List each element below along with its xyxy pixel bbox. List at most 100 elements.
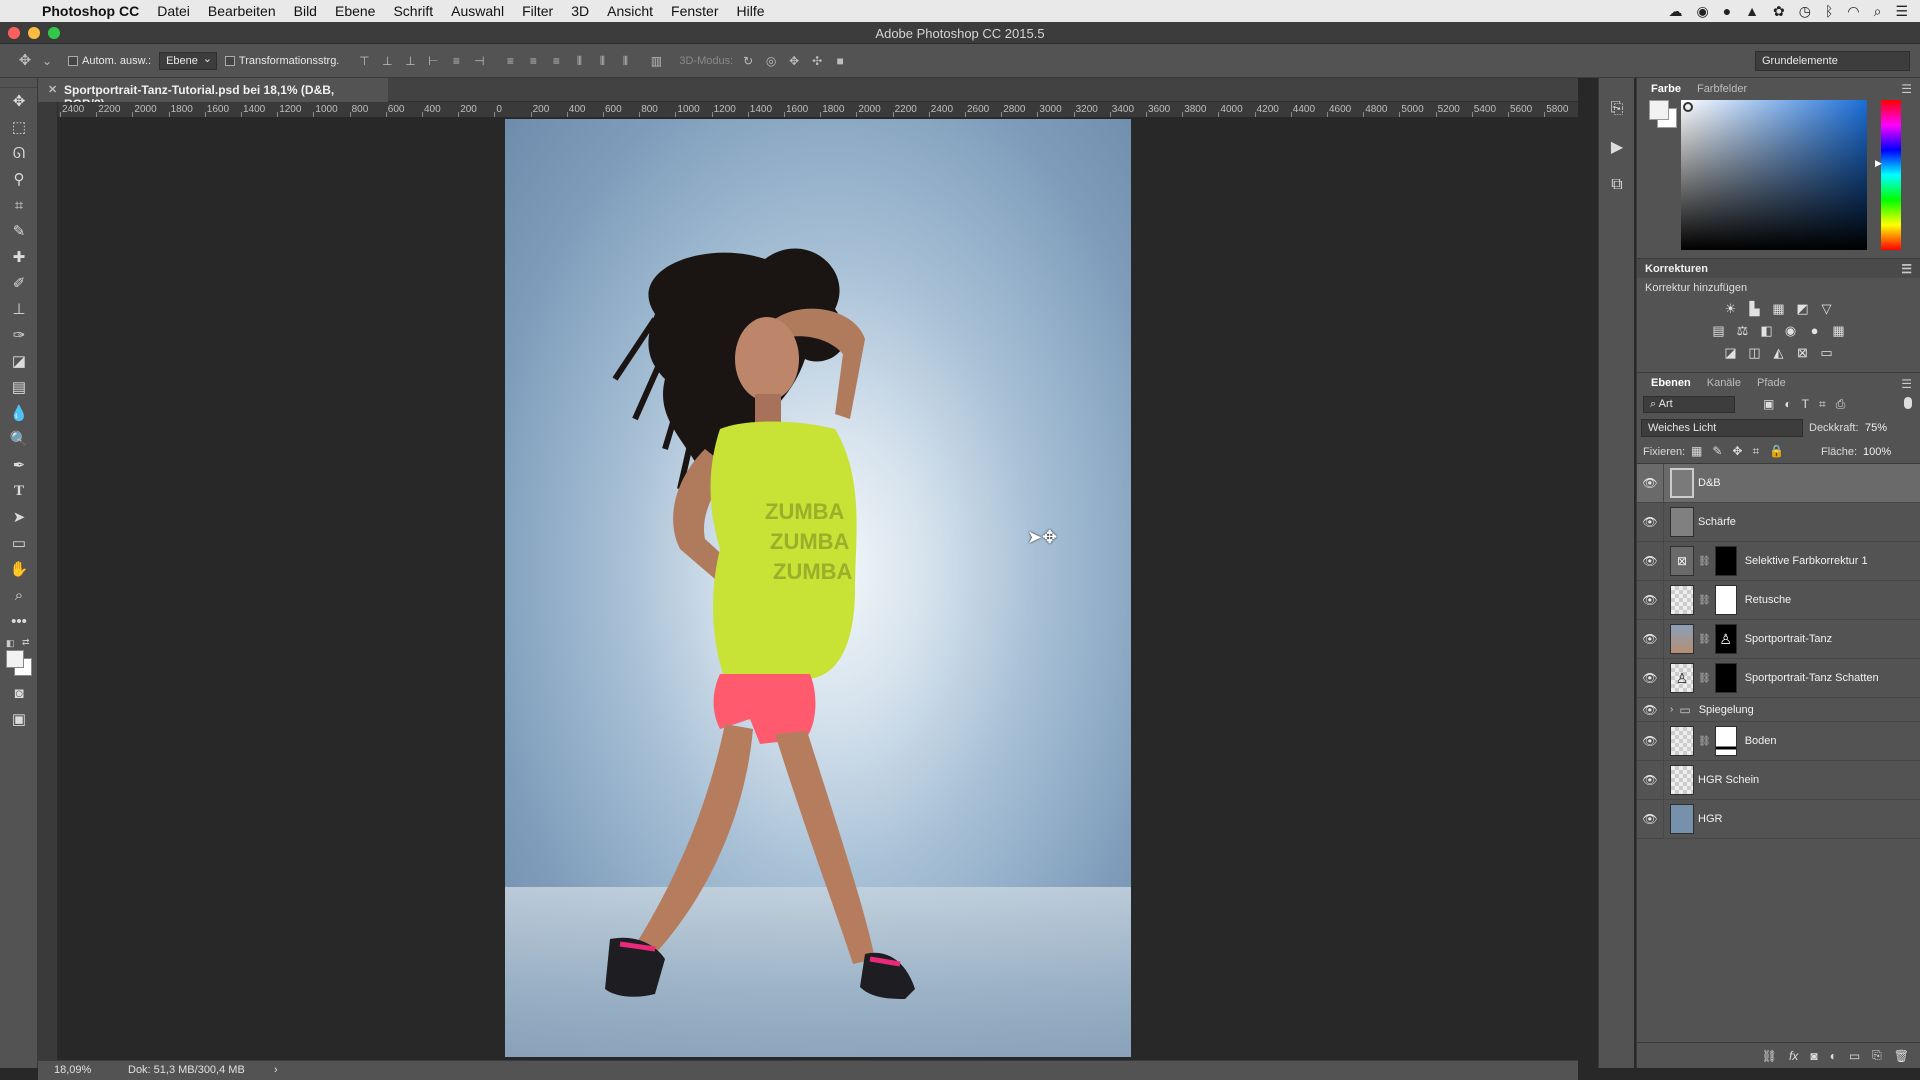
3d-roll-icon[interactable]: ◎ xyxy=(764,54,778,68)
cloud-icon[interactable]: ☁ xyxy=(1668,3,1682,20)
layer-row-hgr[interactable]: 👁 HGR xyxy=(1637,800,1920,839)
dodge-tool[interactable]: 🔍 xyxy=(0,426,38,452)
eye-icon[interactable]: 👁 xyxy=(1637,554,1663,568)
gradient-map-icon[interactable]: ▭ xyxy=(1819,345,1835,361)
status-menu-arrow-icon[interactable]: › xyxy=(274,1064,278,1076)
curves-icon[interactable]: ▦ xyxy=(1771,301,1787,317)
lasso-tool[interactable]: ᘏ xyxy=(0,140,38,166)
channel-mixer-icon[interactable]: ● xyxy=(1807,323,1823,339)
3d-scale-icon[interactable]: ■ xyxy=(833,54,847,68)
layer-filter-dropdown[interactable]: ⌕ Art xyxy=(1643,396,1735,413)
fg-color-chip[interactable] xyxy=(1649,100,1669,120)
menu-app-name[interactable]: Photoshop CC xyxy=(42,3,139,19)
filter-shape-icon[interactable]: ⌗ xyxy=(1819,397,1826,412)
wifi-icon[interactable]: ◠ xyxy=(1847,3,1859,20)
vertical-ruler[interactable] xyxy=(38,102,58,1060)
auto-align-icon[interactable]: ▥ xyxy=(649,54,663,68)
layers-menu-icon[interactable]: ☰ xyxy=(1901,377,1912,391)
layer-row-schaerfe[interactable]: 👁 Schärfe xyxy=(1637,503,1920,542)
distribute-right-icon[interactable]: ⫴ xyxy=(618,54,632,68)
menu-3d[interactable]: 3D xyxy=(571,3,589,19)
transform-checkbox[interactable]: Transformationsstrg. xyxy=(224,55,339,67)
stamp-tool[interactable]: ⊥ xyxy=(0,296,38,322)
path-select-tool[interactable]: ➤ xyxy=(0,504,38,530)
swap-colors-icon[interactable]: ⇄ xyxy=(22,637,30,648)
brush-tool[interactable]: ✐ xyxy=(0,270,38,296)
trash-icon[interactable]: 🗑 xyxy=(1894,1049,1909,1063)
color-balance-icon[interactable]: ⚖ xyxy=(1735,323,1751,339)
menu-datei[interactable]: Datei xyxy=(157,3,190,19)
menu-schrift[interactable]: Schrift xyxy=(393,3,433,19)
distribute-vcenter-icon[interactable]: ≡ xyxy=(526,54,540,68)
link-layers-icon[interactable]: ⛓ xyxy=(1762,1049,1777,1063)
link-icon[interactable]: ⛓ xyxy=(1698,634,1711,645)
search-icon[interactable]: ⌕ xyxy=(1874,3,1882,20)
blend-mode-dropdown[interactable]: Weiches Licht xyxy=(1641,419,1803,437)
tab-farbfelder[interactable]: Farbfelder xyxy=(1689,80,1755,98)
brightness-icon[interactable]: ☀ xyxy=(1723,301,1739,317)
move-tool[interactable]: ✥ xyxy=(0,88,38,114)
align-hcenter-icon[interactable]: ≡ xyxy=(449,54,463,68)
filter-adjustment-icon[interactable]: ◐ xyxy=(1784,397,1791,412)
color-lookup-icon[interactable]: ▦ xyxy=(1831,323,1847,339)
invert-icon[interactable]: ◪ xyxy=(1723,345,1739,361)
layer-row-d-b[interactable]: 👁 D&B xyxy=(1637,464,1920,503)
zoom-level[interactable]: 18,09% xyxy=(54,1064,91,1076)
link-icon[interactable]: ⛓ xyxy=(1698,556,1711,567)
vibrance-icon[interactable]: ▽ xyxy=(1819,301,1835,317)
actions-panel-button[interactable]: ▶ xyxy=(1599,128,1635,166)
hue-saturation-icon[interactable]: ▤ xyxy=(1711,323,1727,339)
posterize-icon[interactable]: ◫ xyxy=(1747,345,1763,361)
exposure-icon[interactable]: ◩ xyxy=(1795,301,1811,317)
new-group-icon[interactable]: ▭ xyxy=(1849,1049,1860,1063)
layer-row-sportportrait-tanz-schatten[interactable]: 👁 ♙ ⛓ Sportportrait-Tanz Schatten xyxy=(1637,659,1920,698)
time-machine-icon[interactable]: ◷ xyxy=(1799,3,1811,20)
fill-value[interactable]: 100% xyxy=(1863,446,1891,458)
layer-group-spiegelung[interactable]: 👁 › ▭ Spiegelung xyxy=(1637,698,1920,722)
eye-icon[interactable]: 👁 xyxy=(1637,632,1663,646)
toolbar-grip[interactable] xyxy=(0,78,37,88)
close-tab-icon[interactable]: ✕ xyxy=(48,83,57,96)
zoom-tool[interactable]: ⌕ xyxy=(0,582,38,608)
workspace-dropdown[interactable]: Grundelemente xyxy=(1755,51,1910,71)
more-tools[interactable]: ••• xyxy=(0,608,38,634)
link-icon[interactable]: ⛓ xyxy=(1698,673,1711,684)
corrections-menu-icon[interactable]: ☰ xyxy=(1901,262,1912,276)
gradient-tool[interactable]: ▤ xyxy=(0,374,38,400)
layer-row-boden[interactable]: 👁 ⛓ Boden xyxy=(1637,722,1920,761)
selective-color-icon[interactable]: ⊠ xyxy=(1795,345,1811,361)
menu-hilfe[interactable]: Hilfe xyxy=(737,3,765,19)
tab-ebenen[interactable]: Ebenen xyxy=(1643,374,1699,392)
3d-rotate-icon[interactable]: ↻ xyxy=(741,54,755,68)
layer-mask-thumbnail[interactable] xyxy=(1714,546,1737,576)
dock-grip[interactable] xyxy=(1599,78,1634,90)
panel-menu-icon[interactable]: ☰ xyxy=(1901,82,1912,96)
eye-icon[interactable]: 👁 xyxy=(1637,703,1663,717)
eye-icon[interactable]: 👁 xyxy=(1637,671,1663,685)
app-icon[interactable]: ✿ xyxy=(1773,3,1785,20)
expand-group-icon[interactable]: › xyxy=(1670,704,1673,715)
eraser-tool[interactable]: ◪ xyxy=(0,348,38,374)
record-icon[interactable]: ◉ xyxy=(1696,3,1708,20)
shape-tool[interactable]: ▭ xyxy=(0,530,38,556)
lock-pixels-icon[interactable]: ✎ xyxy=(1712,444,1722,459)
black-white-icon[interactable]: ◧ xyxy=(1759,323,1775,339)
3d-slide-icon[interactable]: ✣ xyxy=(810,54,824,68)
tab-kanaele[interactable]: Kanäle xyxy=(1699,374,1749,392)
document-canvas[interactable]: ZUMBA ZUMBA ZUMBA xyxy=(505,119,1131,1057)
link-icon[interactable]: ⛓ xyxy=(1698,736,1711,747)
screen-mode-button[interactable]: ▣ xyxy=(0,706,38,732)
add-mask-icon[interactable]: ◙ xyxy=(1810,1049,1817,1063)
eyedropper-tool[interactable]: ✎ xyxy=(0,218,38,244)
align-top-icon[interactable]: ⊤ xyxy=(357,54,371,68)
layer-mask-thumbnail[interactable]: ♙ xyxy=(1714,624,1737,654)
document-tab[interactable]: ✕ Sportportrait-Tanz-Tutorial.psd bei 18… xyxy=(38,78,388,111)
levels-icon[interactable]: ▙ xyxy=(1747,301,1763,317)
default-colors-icon[interactable]: ◧ xyxy=(6,638,15,649)
quick-select-tool[interactable]: ⚲ xyxy=(0,166,38,192)
layer-row-selektive-farbkorrektur[interactable]: 👁 ⊠ ⛓ Selektive Farbkorrektur 1 xyxy=(1637,542,1920,581)
new-layer-icon[interactable]: ⎘ xyxy=(1872,1048,1882,1063)
properties-panel-button[interactable]: ⧉ xyxy=(1599,166,1635,204)
pen-tool[interactable]: ✒ xyxy=(0,452,38,478)
lock-artboard-icon[interactable]: ⌗ xyxy=(1752,444,1759,459)
